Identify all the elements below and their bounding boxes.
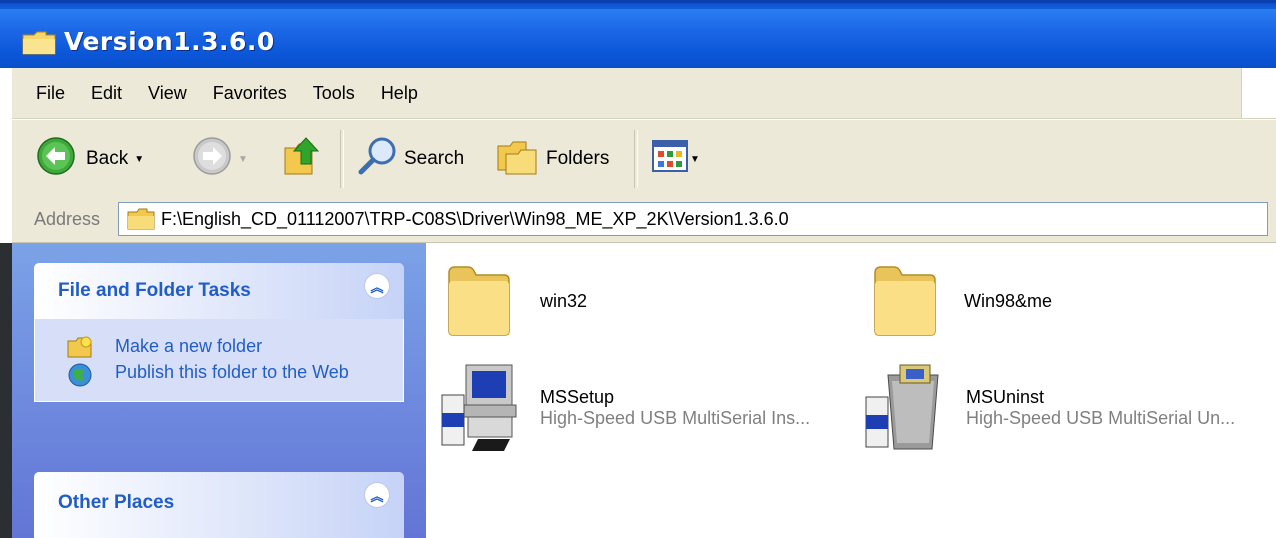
file-item-msuninst[interactable]: MSUninst High-Speed USB MultiSerial Un..… bbox=[862, 361, 1235, 459]
file-folder-tasks-panel: File and Folder Tasks ︽ Make a new folde… bbox=[34, 263, 404, 402]
menu-tools[interactable]: Tools bbox=[300, 68, 368, 118]
toolbar-separator bbox=[634, 130, 638, 188]
file-description: High-Speed USB MultiSerial Un... bbox=[966, 408, 1236, 428]
publish-web-icon bbox=[67, 362, 93, 393]
search-button[interactable]: Search bbox=[356, 134, 464, 184]
toolbar-separator bbox=[340, 130, 344, 188]
collapse-chevron-icon[interactable]: ︽ bbox=[364, 482, 390, 508]
other-places-header[interactable]: Other Places ︽ bbox=[34, 472, 404, 538]
search-label: Search bbox=[404, 148, 465, 169]
menu-bar: File Edit View Favorites Tools Help bbox=[12, 68, 1276, 119]
file-name: win32 bbox=[540, 291, 588, 311]
address-label: Address bbox=[34, 209, 101, 229]
menu-favorites[interactable]: Favorites bbox=[200, 68, 300, 118]
file-folder-tasks-header[interactable]: File and Folder Tasks ︽ bbox=[34, 263, 404, 319]
back-label: Back bbox=[86, 148, 129, 169]
folder-icon bbox=[872, 263, 938, 341]
other-places-title: Other Places bbox=[58, 492, 175, 513]
uninstall-program-icon bbox=[862, 361, 946, 459]
publish-folder-link[interactable]: Publish this folder to the Web bbox=[35, 361, 365, 387]
file-name: MSUninst bbox=[966, 387, 1045, 407]
folders-label: Folders bbox=[546, 148, 610, 169]
file-folder-tasks-title: File and Folder Tasks bbox=[58, 280, 251, 301]
file-text: MSSetup High-Speed USB MultiSerial Ins..… bbox=[540, 387, 810, 459]
title-bar[interactable]: Version1.3.6.0 bbox=[0, 0, 1276, 68]
menu-edit[interactable]: Edit bbox=[78, 68, 135, 118]
file-name: MSSetup bbox=[540, 387, 615, 407]
forward-arrow-icon bbox=[192, 136, 232, 182]
menu-file[interactable]: File bbox=[12, 68, 78, 118]
forward-button[interactable]: ▼ bbox=[192, 136, 248, 182]
new-folder-icon bbox=[67, 336, 93, 363]
file-text: MSUninst High-Speed USB MultiSerial Un..… bbox=[966, 387, 1235, 459]
views-icon bbox=[652, 140, 688, 178]
file-name: Win98&me bbox=[964, 291, 1053, 311]
file-description: High-Speed USB MultiSerial Ins... bbox=[540, 408, 811, 428]
folders-button[interactable]: Folders bbox=[496, 136, 609, 182]
file-item-win98me[interactable]: Win98&me bbox=[872, 263, 1052, 341]
title-bar-sliver bbox=[0, 3, 1276, 9]
address-path[interactable]: F:\English_CD_01112007\TRP-C08S\Driver\W… bbox=[161, 209, 789, 230]
make-new-folder-link[interactable]: Make a new folder bbox=[35, 335, 365, 358]
back-arrow-icon bbox=[36, 136, 76, 182]
file-list-area: win32 Win98&me MSSetup High-Speed USB Mu… bbox=[426, 243, 1276, 538]
folder-icon bbox=[127, 208, 155, 234]
toolbar: Back ▼ ▼ Search Folders ▼ bbox=[12, 119, 1276, 199]
forward-dropdown-icon[interactable]: ▼ bbox=[238, 154, 248, 165]
back-button[interactable]: Back ▼ bbox=[36, 136, 144, 182]
address-bar: Address F:\English_CD_01112007\TRP-C08S\… bbox=[12, 198, 1276, 243]
window-title: Version1.3.6.0 bbox=[64, 27, 275, 56]
publish-folder-label: Publish this folder to the Web bbox=[115, 362, 349, 382]
setup-program-icon bbox=[438, 361, 524, 459]
make-new-folder-label: Make a new folder bbox=[115, 336, 263, 356]
folder-icon bbox=[22, 31, 56, 59]
up-folder-icon bbox=[282, 134, 324, 184]
views-button[interactable]: ▼ bbox=[652, 140, 700, 178]
up-folder-button[interactable] bbox=[282, 134, 324, 184]
window-left-edge bbox=[0, 243, 12, 538]
file-folder-tasks-body: Make a new folder Publish this folder to… bbox=[34, 319, 404, 402]
file-item-mssetup[interactable]: MSSetup High-Speed USB MultiSerial Ins..… bbox=[438, 361, 810, 459]
menu-help[interactable]: Help bbox=[368, 68, 431, 118]
search-icon bbox=[356, 134, 400, 184]
address-field[interactable]: F:\English_CD_01112007\TRP-C08S\Driver\W… bbox=[118, 202, 1268, 236]
other-places-panel: Other Places ︽ bbox=[34, 472, 404, 538]
back-dropdown-icon[interactable]: ▼ bbox=[134, 154, 144, 165]
collapse-chevron-icon[interactable]: ︽ bbox=[364, 273, 390, 299]
folder-icon bbox=[446, 263, 512, 341]
windows-logo-area bbox=[1241, 68, 1276, 118]
views-dropdown-icon[interactable]: ▼ bbox=[690, 154, 700, 165]
folders-icon bbox=[496, 136, 540, 182]
file-item-win32[interactable]: win32 bbox=[446, 263, 587, 341]
menu-view[interactable]: View bbox=[135, 68, 200, 118]
